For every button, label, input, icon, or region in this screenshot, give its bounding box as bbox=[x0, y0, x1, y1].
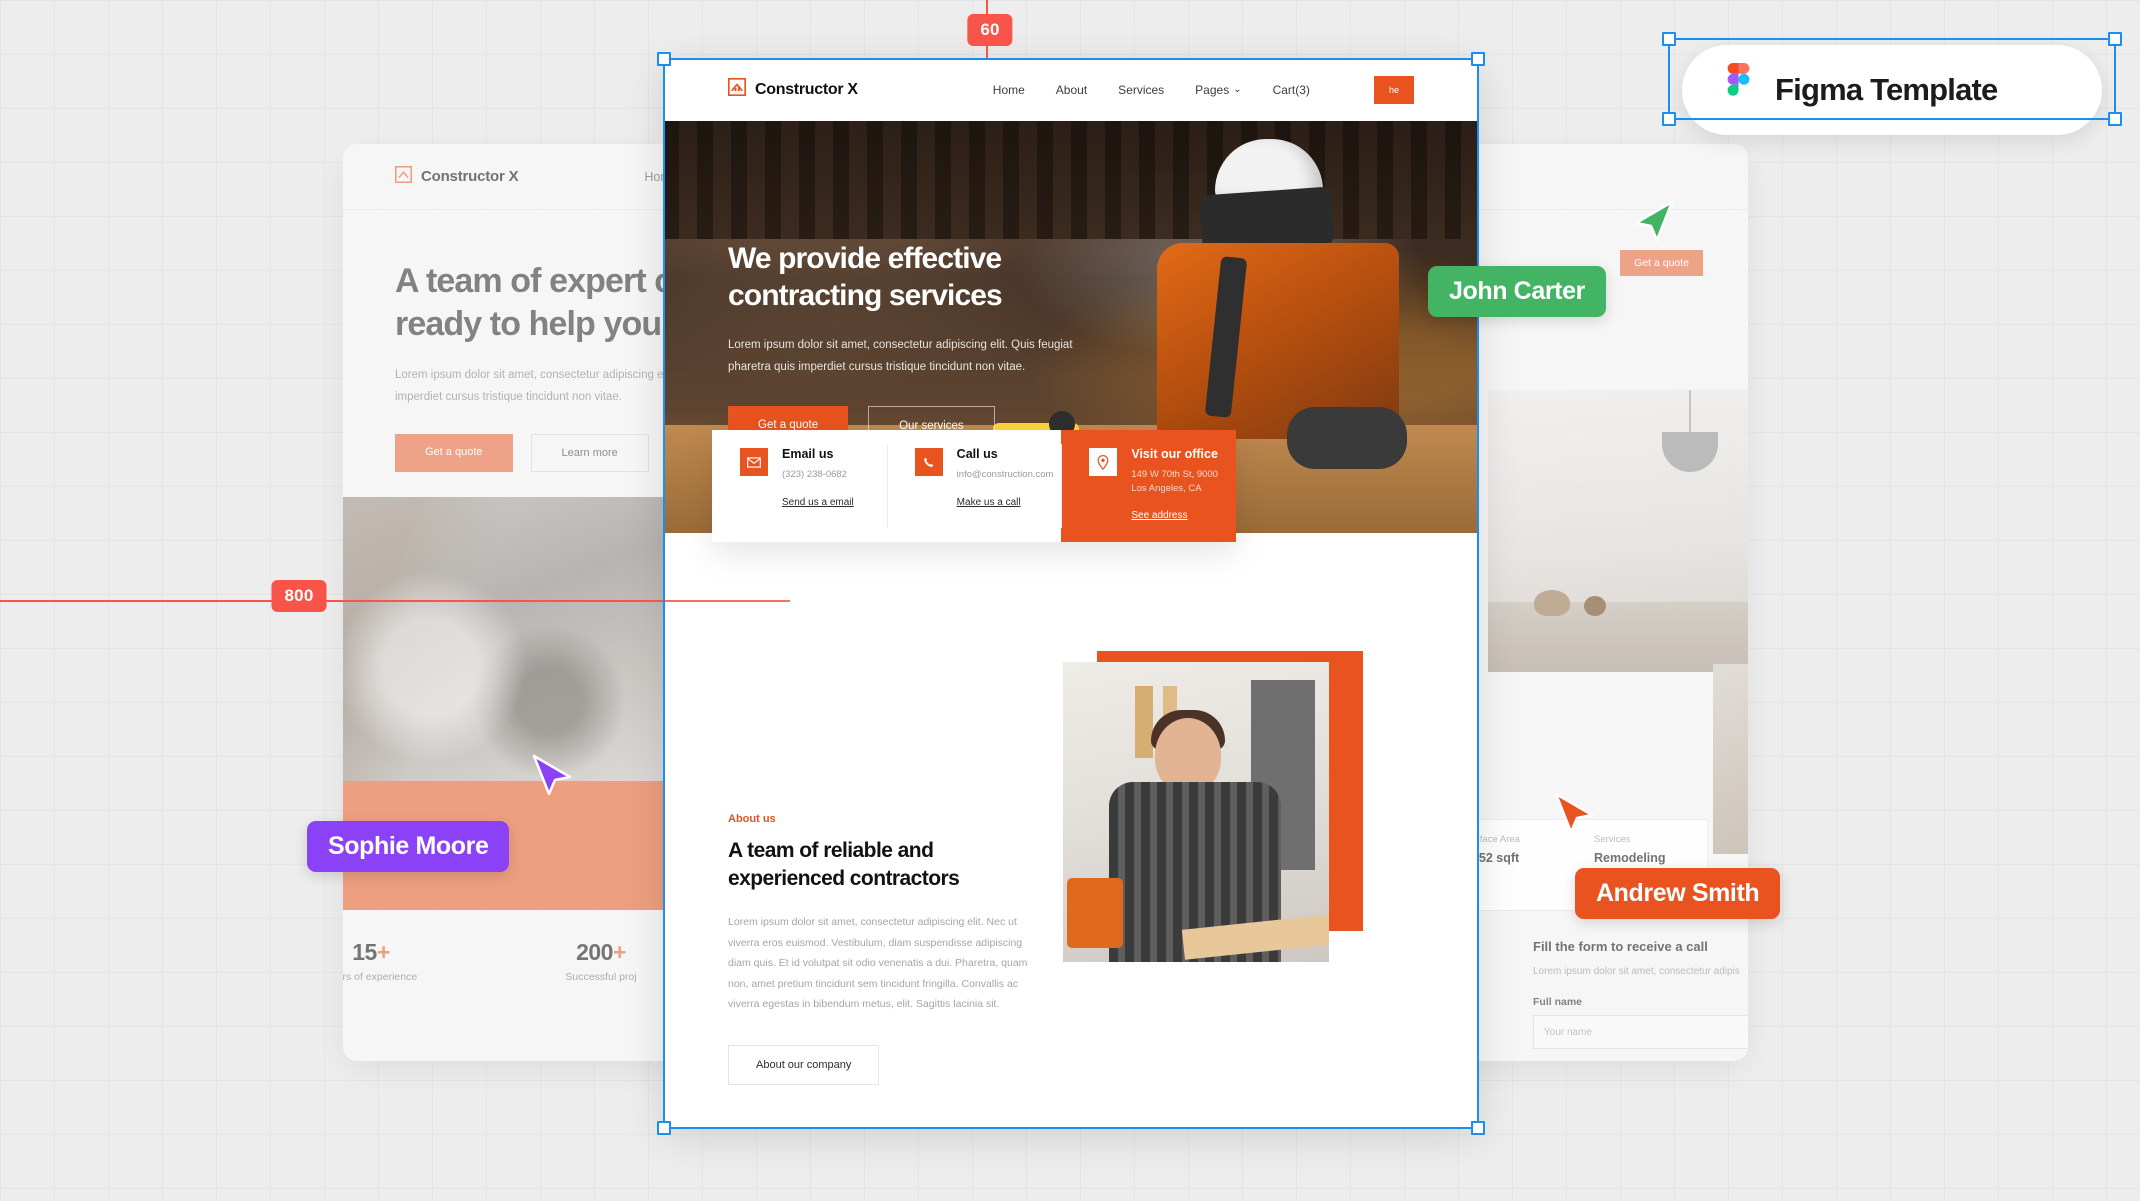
figma-logo-icon bbox=[1722, 63, 1755, 117]
nav-item-services[interactable]: Services bbox=[1118, 83, 1164, 97]
bg-spec-value: Remodeling bbox=[1594, 851, 1666, 865]
contact-card-meta-l2: Los Angeles, CA bbox=[1131, 482, 1202, 494]
about-section: About us A team of reliable and experien… bbox=[663, 651, 1479, 1128]
bg-spec-key: Services bbox=[1594, 834, 1631, 845]
bg-stat-label: Years of experience bbox=[343, 971, 418, 983]
cursor-label-sophie-moore: Sophie Moore bbox=[307, 821, 510, 872]
bg-learn-more-button[interactable]: Learn more bbox=[530, 433, 649, 472]
logo-icon bbox=[728, 78, 746, 101]
about-paragraph: Lorem ipsum dolor sit amet, consectetur … bbox=[728, 916, 1028, 1011]
bg-form-title: Fill the form to receive a call bbox=[1533, 939, 1708, 954]
map-pin-icon bbox=[1089, 448, 1118, 476]
bg-form-subtitle: Lorem ipsum dolor sit amet, consectetur … bbox=[1533, 966, 1740, 977]
logo-icon bbox=[395, 166, 412, 187]
measurement-badge-left: 800 bbox=[271, 580, 327, 612]
contact-card-call[interactable]: Call us info@construction.com Make us a … bbox=[886, 430, 1062, 542]
hero-heading-l2: contracting services bbox=[728, 278, 1003, 312]
bg-brand[interactable]: Constructor X bbox=[395, 166, 519, 187]
nav-item-cart[interactable]: Cart(3) bbox=[1273, 83, 1310, 97]
bg-stat-item: 15+ Years of experience bbox=[343, 939, 441, 983]
about-heading-l2: experienced contractors bbox=[728, 866, 960, 890]
contact-card-link[interactable]: Send us a email bbox=[782, 497, 854, 508]
bg-brand-label: Constructor X bbox=[421, 168, 519, 185]
contact-card-title: Call us bbox=[956, 447, 998, 461]
bg-get-a-quote-button[interactable]: Get a quote bbox=[395, 433, 513, 472]
contact-card-title: Visit our office bbox=[1131, 447, 1218, 461]
contact-card-link[interactable]: See address bbox=[1131, 510, 1187, 521]
about-content: About us A team of reliable and experien… bbox=[728, 813, 1028, 1085]
contact-card-title: Email us bbox=[782, 447, 834, 461]
about-heading-l1: A team of reliable and bbox=[728, 839, 934, 862]
bg-stat-item: 200+ Successful proj bbox=[531, 939, 671, 983]
hero-heading: We provide effective contracting service… bbox=[728, 241, 1148, 315]
about-our-company-button[interactable]: About our company bbox=[728, 1044, 880, 1085]
bg-form-label-fullname: Full name bbox=[1533, 996, 1583, 1008]
resize-handle-bottom-right[interactable] bbox=[2108, 112, 2122, 126]
phone-icon bbox=[914, 448, 943, 476]
hero-paragraph: Lorem ipsum dolor sit amet, consectetur … bbox=[728, 338, 1073, 373]
nav-item-pages-label: Pages bbox=[1195, 82, 1230, 97]
bg-form-placeholder: Your name bbox=[1544, 1026, 1592, 1038]
figma-template-chip[interactable]: Figma Template bbox=[1682, 45, 2102, 135]
bg-kitchen-photo bbox=[1488, 390, 1748, 672]
bg-stats-row: 15+ Years of experience 200+ Successful … bbox=[343, 939, 671, 983]
contact-card-link[interactable]: Make us a call bbox=[957, 497, 1021, 508]
cursor-label-john-carter: John Carter bbox=[1428, 266, 1606, 317]
hero-heading-l1: We provide effective bbox=[728, 242, 1002, 275]
bg-stat-number: 15+ bbox=[352, 939, 390, 965]
brand-label: Constructor X bbox=[755, 80, 858, 98]
contact-card-email[interactable]: Email us (323) 238-0682 Send us a email bbox=[712, 430, 887, 542]
cursor-label-andrew-smith: Andrew Smith bbox=[1575, 868, 1781, 919]
contact-card-office[interactable]: Visit our office 149 W 70th St, 9000 Los… bbox=[1061, 430, 1237, 542]
about-contractor-photo bbox=[1063, 662, 1329, 962]
figma-template-label: Figma Template bbox=[1775, 72, 1998, 107]
bg-spec-value: 1752 sqft bbox=[1465, 851, 1520, 865]
bg-stat-label: Successful proj bbox=[565, 971, 637, 983]
bg-form-input-fullname[interactable]: Your name bbox=[1533, 1015, 1748, 1049]
envelope-icon bbox=[740, 448, 768, 476]
bg-contact-form: Fill the form to receive a call Lorem ip… bbox=[1533, 939, 1748, 1061]
resize-handle-top-right[interactable] bbox=[2108, 32, 2122, 46]
bg-stat-number: 200+ bbox=[576, 939, 626, 965]
contact-card-meta: (323) 238-0682 bbox=[782, 468, 847, 480]
measurement-badge-top: 60 bbox=[967, 14, 1013, 46]
contact-cards: Email us (323) 238-0682 Send us a email … bbox=[712, 430, 1237, 542]
resize-handle-bottom-left[interactable] bbox=[1662, 112, 1676, 126]
contact-card-meta: info@construction.com bbox=[956, 468, 1054, 480]
about-eyebrow: About us bbox=[728, 813, 776, 825]
about-heading: A team of reliable and experienced contr… bbox=[728, 837, 1028, 892]
selected-page-frame[interactable]: Constructor X Home About Services Pages … bbox=[663, 58, 1479, 1129]
nav-links: Home About Services Pages ⌄ Cart(3) bbox=[993, 83, 1310, 97]
resize-handle-top-left[interactable] bbox=[1662, 32, 1676, 46]
nav-item-pages[interactable]: Pages ⌄ bbox=[1195, 83, 1241, 97]
nav-item-home[interactable]: Home bbox=[993, 83, 1025, 97]
chevron-down-icon: ⌄ bbox=[1233, 84, 1242, 95]
brand[interactable]: Constructor X bbox=[728, 78, 858, 101]
bg-nav-get-a-quote-button[interactable]: Get a quote bbox=[1620, 250, 1703, 276]
about-image-block bbox=[1063, 651, 1363, 971]
contact-card-meta-l1: 149 W 70th St, 9000 bbox=[1131, 468, 1218, 480]
nav-item-about[interactable]: About bbox=[1056, 83, 1087, 97]
bg-side-photo bbox=[1713, 664, 1748, 854]
hero-content: We provide effective contracting service… bbox=[728, 241, 1148, 447]
contact-card-meta: 149 W 70th St, 9000 Los Angeles, CA bbox=[1131, 468, 1218, 496]
figma-canvas[interactable]: Constructor X Home About A team of exper… bbox=[0, 0, 2140, 1201]
nav-cta-button[interactable]: he bbox=[1374, 75, 1414, 104]
navbar: Constructor X Home About Services Pages … bbox=[663, 58, 1479, 121]
